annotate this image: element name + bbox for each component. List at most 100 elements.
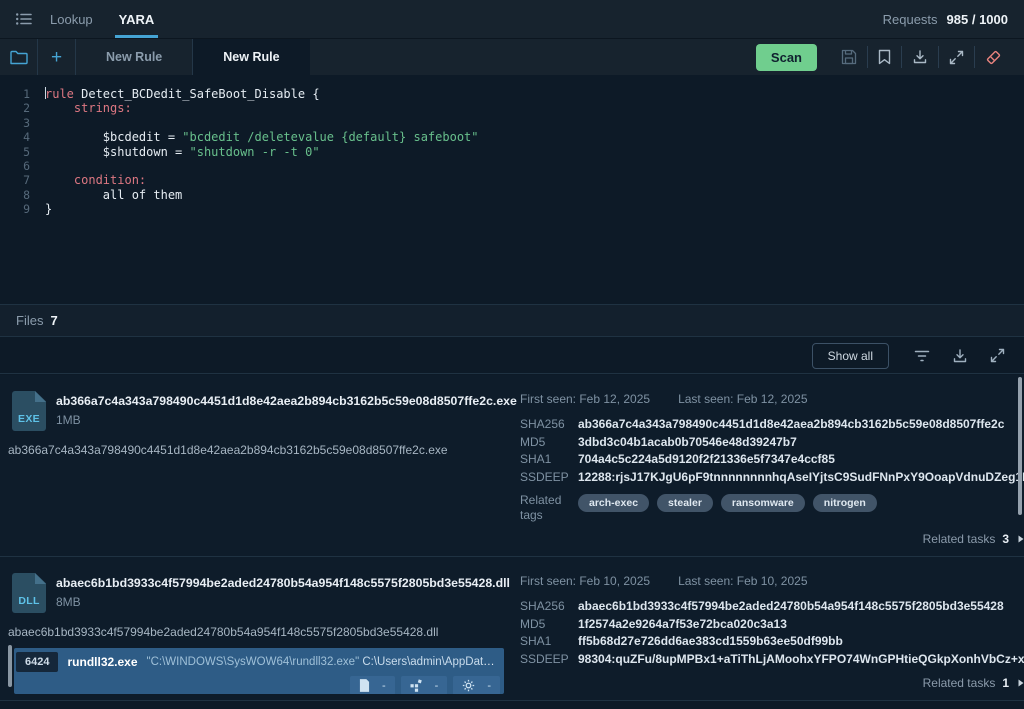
hash-row: MD5 3dbd3c04b1acab0b70546e48d39247b7 — [520, 434, 1008, 452]
file-type-label: DLL — [12, 595, 46, 607]
line-number: 8 — [10, 188, 30, 202]
process-name: rundll32.exe — [67, 655, 137, 669]
hash-value: 98304:quZFu/8upMPBx1+aTiThLjAMoohxYFPO74… — [578, 651, 1024, 669]
code-line: 6 — [10, 159, 1024, 173]
seen-dates: First seen: Feb 10, 2025 Last seen: Feb … — [520, 574, 1008, 588]
hash-label: SHA1 — [520, 451, 578, 469]
related-tags-label: Related tags — [520, 493, 578, 523]
process-files-button[interactable]: - — [350, 676, 395, 694]
related-tasks-count: 1 — [1002, 676, 1009, 690]
hash-label: SHA256 — [520, 598, 578, 616]
process-settings-button[interactable]: - — [453, 676, 500, 694]
file-name[interactable]: abaec6b1bd3933c4f57994be2aded24780b54a95… — [56, 576, 510, 590]
line-number: 2 — [10, 101, 30, 115]
line-number: 7 — [10, 173, 30, 187]
code-line: 9 } — [10, 202, 1024, 216]
requests-counter: Requests 985 / 1000 — [883, 12, 1008, 27]
code-line: 2 strings: — [10, 101, 1024, 115]
tag-badge[interactable]: ransomware — [721, 494, 805, 512]
code-keyword: condition: — [45, 173, 146, 187]
exe-file-icon: EXE — [12, 391, 46, 431]
requests-value: 985 / 1000 — [947, 12, 1008, 27]
hash-table: SHA256 abaec6b1bd3933c4f57994be2aded2478… — [520, 598, 1008, 668]
modules-counter: - — [435, 680, 439, 692]
yara-code-editor[interactable]: 1 rule Detect_BCDedit_SafeBoot_Disable {… — [0, 75, 1024, 304]
rule-toolbar: Scan — [756, 39, 1024, 75]
last-seen: Last seen: Feb 10, 2025 — [678, 574, 807, 588]
related-tasks-link[interactable]: Related tasks 1 — [923, 676, 1024, 690]
files-title: Files — [16, 313, 43, 328]
settings-counter: - — [487, 680, 491, 692]
tag-badge[interactable]: stealer — [657, 494, 713, 512]
related-tasks-count: 3 — [1002, 532, 1009, 546]
related-tags-row: Related tags arch-exec stealer ransomwar… — [520, 493, 1008, 523]
file-details-column: First seen: Feb 12, 2025 Last seen: Feb … — [520, 375, 1008, 556]
code-keyword: rule — [45, 87, 74, 101]
requests-label: Requests — [883, 12, 938, 27]
line-number: 9 — [10, 202, 30, 216]
bookmark-icon[interactable] — [868, 49, 901, 65]
open-rule-button[interactable] — [0, 39, 38, 75]
hash-label: SSDEEP — [520, 651, 578, 669]
code-line: 7 condition: — [10, 173, 1024, 187]
tag-badge[interactable]: arch-exec — [578, 494, 649, 512]
process-card[interactable]: 6424 rundll32.exe "C:\WINDOWS\SysWOW64\r… — [14, 648, 504, 694]
rule-tab-inactive[interactable]: New Rule — [76, 39, 193, 75]
code-string: "bcdedit /deletevalue {default} safeboot… — [182, 130, 478, 144]
line-number: 5 — [10, 145, 30, 159]
process-modules-button[interactable]: - — [401, 676, 448, 694]
file-type-label: EXE — [12, 413, 46, 425]
code-text: $bcdedit = — [45, 130, 182, 144]
hash-value: ff5b68d27e726dd6ae383cd1559b63ee50df99bb — [578, 633, 843, 651]
process-list-scrollbar[interactable] — [8, 645, 12, 687]
eraser-icon[interactable] — [975, 49, 1012, 66]
rule-tab-active[interactable]: New Rule — [193, 39, 309, 75]
expand-icon[interactable] — [939, 50, 974, 65]
top-bar: Lookup YARA Requests 985 / 1000 — [0, 0, 1024, 38]
add-rule-button[interactable]: + — [38, 39, 76, 75]
hash-label: SHA1 — [520, 633, 578, 651]
hash-label: SHA256 — [520, 416, 578, 434]
code-line: 5 $shutdown = "shutdown -r -t 0" — [10, 145, 1024, 159]
scan-button[interactable]: Scan — [756, 44, 817, 71]
code-line: 8 all of them — [10, 188, 1024, 202]
save-icon[interactable] — [831, 49, 867, 65]
process-info-row: 6424 rundll32.exe "C:\WINDOWS\SysWOW64\r… — [14, 648, 504, 672]
process-pid: 6424 — [16, 652, 58, 672]
nav-lookup[interactable]: Lookup — [50, 0, 93, 38]
hash-value: 12288:rjsJ17KJgU6pF9tnnnnnnnnhqAseIYjtsC… — [578, 469, 1024, 487]
files-download-icon[interactable] — [945, 348, 975, 364]
first-seen: First seen: Feb 10, 2025 — [520, 574, 650, 588]
hash-label: MD5 — [520, 434, 578, 452]
show-all-button[interactable]: Show all — [812, 343, 889, 369]
line-number: 3 — [10, 116, 30, 130]
menu-list-icon[interactable] — [16, 12, 32, 26]
folder-icon — [10, 50, 28, 65]
hash-value: abaec6b1bd3933c4f57994be2aded24780b54a95… — [578, 598, 1004, 616]
nav-yara[interactable]: YARA — [119, 0, 155, 38]
hash-row: SSDEEP 12288:rjsJ17KJgU6pF9tnnnnnnnnhqAs… — [520, 469, 1008, 487]
files-section-header: Files 7 — [0, 304, 1024, 337]
file-name[interactable]: ab366a7c4a343a798490c4451d1d8e42aea2b894… — [56, 394, 517, 408]
files-expand-icon[interactable] — [983, 348, 1012, 363]
process-cmdline: "C:\WINDOWS\SysWOW64\rundll32.exe" C:\Us… — [147, 656, 498, 668]
files-counter: - — [382, 680, 386, 692]
hash-row: MD5 1f2574a2e9264a7f53e72bca020c3a13 — [520, 616, 1008, 634]
code-text: Detect_BCDedit_SafeBoot_Disable { — [74, 87, 320, 101]
tag-badge[interactable]: nitrogen — [813, 494, 877, 512]
code-text: $shutdown = — [45, 145, 190, 159]
download-icon[interactable] — [902, 49, 938, 65]
line-number: 6 — [10, 159, 30, 173]
filter-icon[interactable] — [907, 350, 937, 362]
dll-file-icon: DLL — [12, 573, 46, 613]
related-tasks-link[interactable]: Related tasks 3 — [923, 532, 1024, 546]
file-icon-fold — [35, 391, 46, 402]
last-seen: Last seen: Feb 12, 2025 — [678, 392, 807, 406]
code-text: all of them — [45, 188, 182, 202]
hash-row: SSDEEP 98304:quZFu/8upMPBx1+aTiThLjAMooh… — [520, 651, 1008, 669]
files-scrollbar-thumb[interactable] — [1018, 377, 1022, 515]
file-card: DLL abaec6b1bd3933c4f57994be2aded24780b5… — [0, 557, 1024, 701]
rule-tab-strip: + New Rule New Rule Scan — [0, 38, 1024, 75]
hash-value: 1f2574a2e9264a7f53e72bca020c3a13 — [578, 616, 787, 634]
seen-dates: First seen: Feb 12, 2025 Last seen: Feb … — [520, 392, 1008, 406]
